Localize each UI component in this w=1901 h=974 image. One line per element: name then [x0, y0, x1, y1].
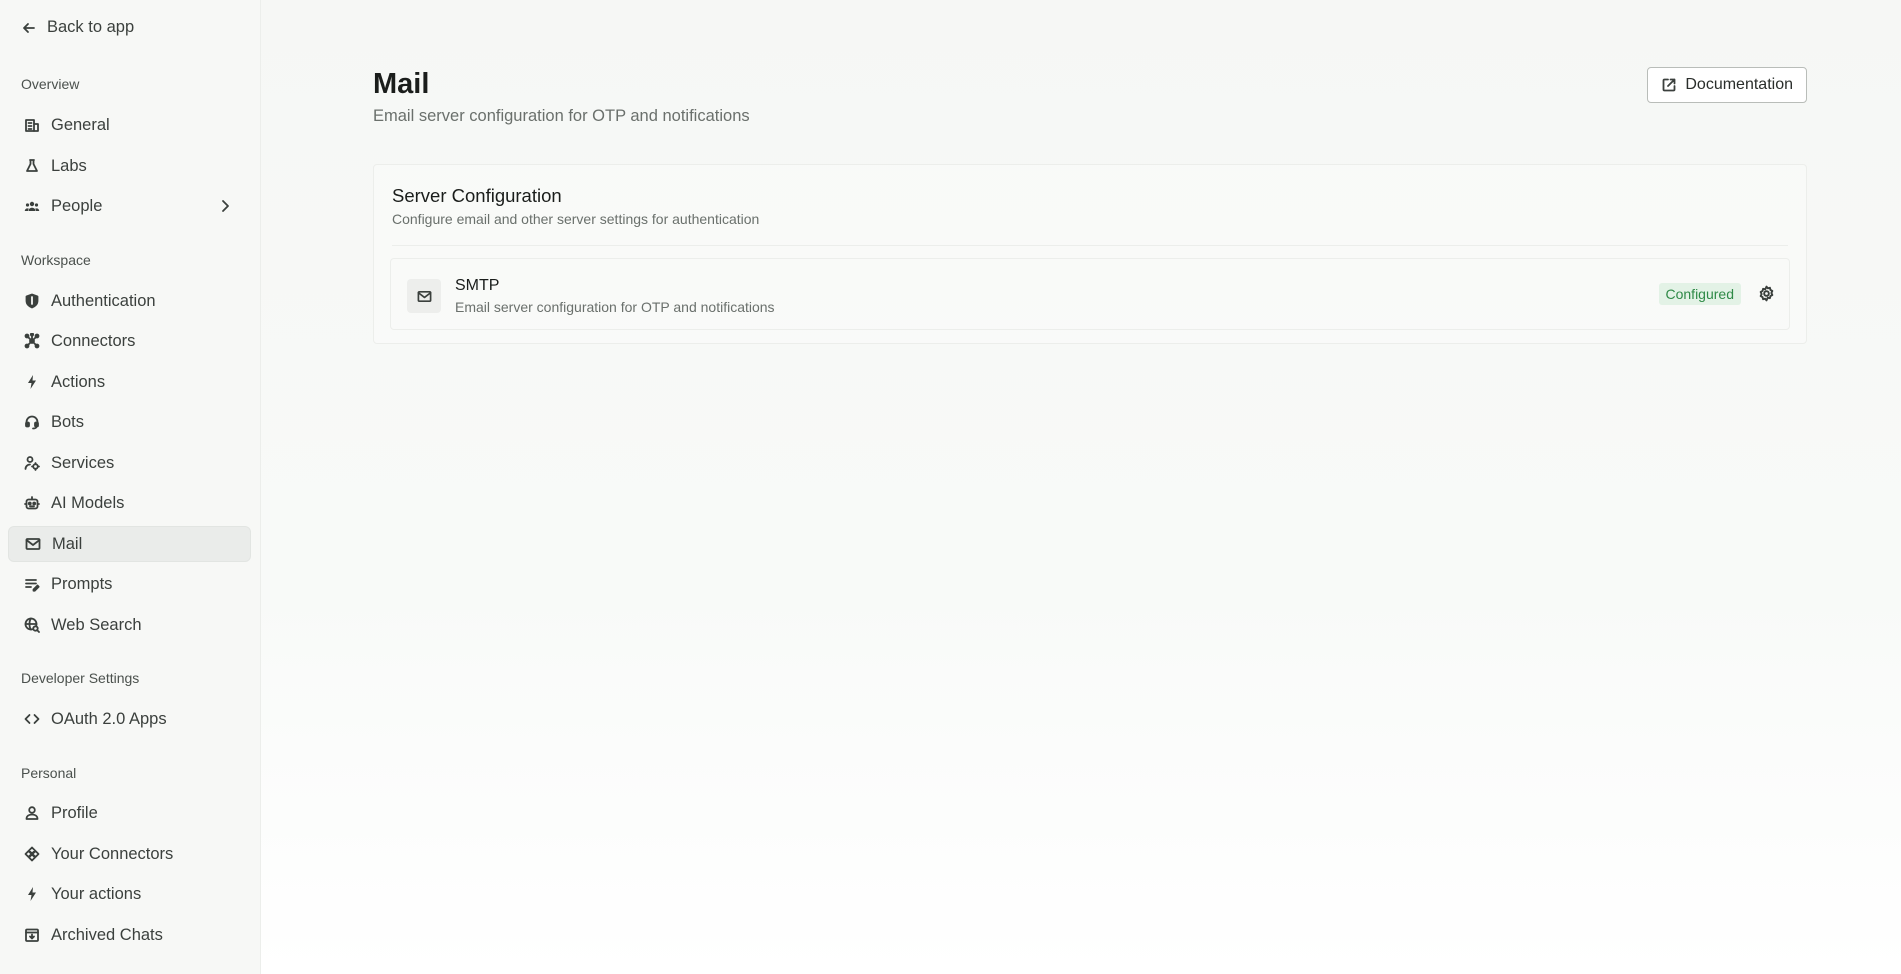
- sidebar-item-label: Actions: [51, 372, 106, 391]
- sidebar-item-profile[interactable]: Profile: [8, 795, 251, 831]
- main-content: Mail Email server configuration for OTP …: [261, 0, 1901, 974]
- sidebar-item-your-actions[interactable]: Your actions: [8, 876, 251, 912]
- diamond-icon: [23, 845, 41, 863]
- section-label-developer-settings: Developer Settings: [21, 670, 140, 686]
- server-configuration-card: Server Configuration Configure email and…: [373, 164, 1807, 344]
- sidebar-item-bots[interactable]: Bots: [8, 404, 251, 440]
- building-icon: [23, 116, 41, 134]
- card-description: Configure email and other server setting…: [392, 211, 760, 227]
- headset-icon: [23, 413, 41, 431]
- sidebar-item-label: Prompts: [51, 574, 113, 593]
- bolt-icon: [23, 885, 41, 903]
- sidebar-item-label: People: [51, 196, 103, 215]
- gear-icon[interactable]: [1758, 285, 1775, 307]
- arrow-left-icon: [23, 22, 35, 33]
- sidebar-item-label: Services: [51, 453, 115, 472]
- sidebar-item-label: General: [51, 115, 110, 134]
- sidebar-item-label: Your actions: [51, 884, 142, 903]
- sidebar-item-people[interactable]: People: [8, 188, 251, 224]
- people-icon: [23, 197, 41, 215]
- section-label-overview: Overview: [21, 76, 80, 92]
- mail-icon: [407, 279, 441, 313]
- sidebar-item-label: AI Models: [51, 493, 125, 512]
- page-title: Mail: [373, 68, 430, 100]
- code-icon: [23, 710, 41, 728]
- sidebar-item-label: Connectors: [51, 331, 136, 350]
- sidebar: Back to app Overview General Labs People: [0, 0, 261, 974]
- card-title: Server Configuration: [392, 185, 562, 206]
- sidebar-item-label: Mail: [52, 534, 83, 553]
- sidebar-item-label: Archived Chats: [51, 925, 163, 944]
- back-to-app-label: Back to app: [47, 18, 135, 36]
- sidebar-item-label: Labs: [51, 156, 87, 175]
- back-to-app-link[interactable]: Back to app: [21, 18, 134, 37]
- chevron-right-icon: [217, 198, 233, 219]
- sidebar-item-web-search[interactable]: Web Search: [8, 607, 251, 643]
- sidebar-item-label: Authentication: [51, 291, 156, 310]
- sidebar-item-label: Profile: [51, 803, 98, 822]
- config-item-name: SMTP: [455, 277, 500, 294]
- prompt-icon: [23, 575, 41, 593]
- smtp-config-row[interactable]: SMTP Email server configuration for OTP …: [390, 258, 1790, 330]
- sidebar-item-archived-chats[interactable]: Archived Chats: [8, 917, 251, 953]
- sidebar-item-oauth-apps[interactable]: OAuth 2.0 Apps: [8, 701, 251, 737]
- shield-icon: [23, 292, 41, 310]
- status-badge: Configured: [1658, 283, 1741, 305]
- sidebar-item-label: Your Connectors: [51, 844, 174, 863]
- robot-icon: [23, 494, 41, 512]
- section-label-workspace: Workspace: [21, 252, 91, 268]
- sidebar-item-services[interactable]: Services: [8, 445, 251, 481]
- mail-icon: [24, 535, 42, 553]
- sidebar-item-label: Bots: [51, 412, 85, 431]
- sidebar-item-ai-models[interactable]: AI Models: [8, 485, 251, 521]
- sidebar-item-your-connectors[interactable]: Your Connectors: [8, 836, 251, 872]
- sidebar-item-general[interactable]: General: [8, 107, 251, 143]
- documentation-button[interactable]: Documentation: [1647, 67, 1807, 103]
- divider: [392, 245, 1788, 246]
- external-link-icon: [1662, 78, 1676, 92]
- user-icon: [23, 804, 41, 822]
- sidebar-item-label: Web Search: [51, 615, 142, 634]
- web-search-icon: [23, 616, 41, 634]
- sidebar-item-mail[interactable]: Mail: [8, 526, 251, 562]
- sidebar-item-prompts[interactable]: Prompts: [8, 566, 251, 602]
- section-label-personal: Personal: [21, 765, 77, 781]
- sidebar-item-connectors[interactable]: Connectors: [8, 323, 251, 359]
- bolt-icon: [23, 373, 41, 391]
- flask-icon: [23, 157, 41, 175]
- archive-icon: [23, 926, 41, 944]
- config-item-description: Email server configuration for OTP and n…: [455, 299, 775, 315]
- sidebar-item-label: OAuth 2.0 Apps: [51, 709, 167, 728]
- services-icon: [23, 454, 41, 472]
- sidebar-item-authentication[interactable]: Authentication: [8, 283, 251, 319]
- page-subtitle: Email server configuration for OTP and n…: [373, 107, 750, 125]
- sidebar-item-labs[interactable]: Labs: [8, 148, 251, 184]
- documentation-button-label: Documentation: [1685, 76, 1793, 93]
- sidebar-item-actions[interactable]: Actions: [8, 364, 251, 400]
- hub-icon: [23, 332, 41, 350]
